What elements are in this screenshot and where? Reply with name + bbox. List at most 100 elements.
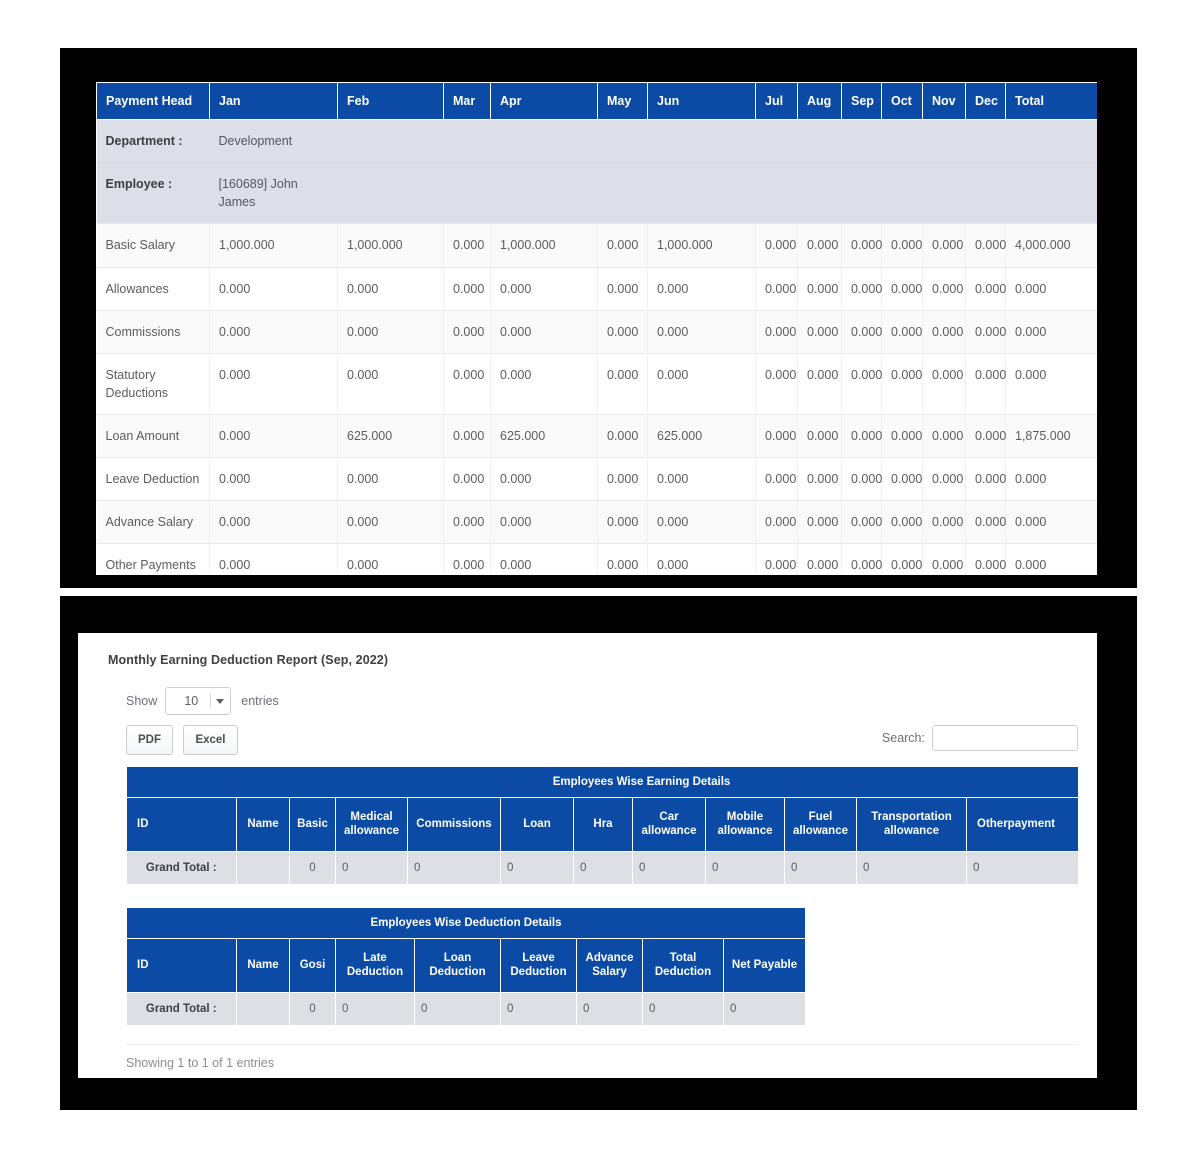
earning-grand-total-cell: 0: [966, 851, 1078, 885]
month-value-cell: 0.000: [337, 500, 444, 544]
month-value-cell: 0.000: [647, 457, 756, 501]
month-value-cell: 0.000: [922, 223, 966, 267]
export-excel-button[interactable]: Excel: [183, 725, 238, 755]
earning-grand-total-cell: 0: [500, 851, 574, 885]
month-value-cell: 0.000: [841, 352, 882, 415]
month-value-cell: 0.000: [443, 309, 491, 354]
department-label: Department :: [96, 118, 210, 163]
deduction-header-row: ID Name Gosi Late Deduction Loan Deducti…: [126, 937, 805, 993]
month-value-cell: 0.000: [965, 500, 1006, 544]
table-row: Loan Amount 0.000 625.000 0.000 625.000 0.000…: [96, 413, 1097, 458]
table-row: Statutory Deductions 0.000 0.000 0.000 0.000…: [96, 352, 1097, 415]
month-value-cell: 0.000: [922, 266, 966, 311]
month-value-cell: 0.000: [841, 543, 882, 575]
month-value-cell: 0.000: [443, 266, 491, 311]
earning-grand-total-cell: 0: [856, 851, 967, 885]
earning-col-medical: Medical allowance: [335, 797, 408, 852]
month-value-cell: 0.000: [922, 500, 966, 544]
page-title: Monthly Earning Deduction Report (Sep, 2…: [108, 653, 389, 667]
annual-col-sep: Sep: [841, 82, 882, 120]
deduction-col-name: Name: [236, 937, 290, 993]
earning-grand-total-cell: [236, 851, 290, 885]
table-row: Allowances 0.000 0.000 0.000 0.000 0.000 0.000…: [96, 266, 1097, 311]
month-value-cell: 0.000: [797, 266, 842, 311]
chevron-down-icon: [216, 698, 225, 704]
month-value-cell: 0.000: [490, 266, 598, 311]
annual-col-aug: Aug: [797, 82, 842, 120]
monthly-report-panel: Monthly Earning Deduction Report (Sep, 2…: [78, 633, 1097, 1078]
month-value-cell: 1,000.000: [490, 223, 598, 267]
month-value-cell: 0.000: [597, 500, 648, 544]
earning-grand-total-cell: 0: [335, 851, 408, 885]
month-value-cell: 0.000: [965, 309, 1006, 354]
employee-label: Employee :: [96, 162, 210, 224]
month-value-cell: 0.000: [647, 266, 756, 311]
earning-col-otherpayment: Otherpayment: [965, 797, 1078, 852]
month-value-cell: 0.000: [841, 309, 882, 354]
annual-payment-head-table: Payment Head Jan Feb Mar Apr May Jun Jul…: [96, 82, 1097, 575]
annual-col-payment-head: Payment Head: [96, 82, 210, 120]
earning-grand-total-row: Grand Total :0000000000: [126, 851, 1078, 885]
deduction-col-advance-salary: Advance Salary: [576, 937, 643, 993]
department-value: Development: [209, 118, 1097, 163]
month-value-cell: 0.000: [443, 543, 491, 575]
month-value-cell: 0.000: [647, 309, 756, 354]
annual-summary-panel: Payment Head Jan Feb Mar Apr May Jun Jul…: [96, 82, 1097, 575]
month-value-cell: 0.000: [443, 352, 491, 415]
deduction-details-section: Employees Wise Deduction Details ID Name…: [126, 906, 805, 1026]
month-value-cell: 0.000: [965, 223, 1006, 267]
table-row: Other Payments 0.000 0.000 0.000 0.000 0.000 0…: [96, 543, 1097, 575]
month-value-cell: 0.000: [647, 352, 756, 415]
month-value-cell: 0.000: [797, 223, 842, 267]
month-value-cell: 625.000: [647, 413, 756, 458]
month-value-cell: 0.000: [965, 457, 1006, 501]
export-pdf-button[interactable]: PDF: [126, 725, 173, 755]
month-value-cell: 0.000: [755, 457, 798, 501]
earning-col-mobile: Mobile allowance: [705, 797, 785, 852]
length-menu: Show 10 entries: [126, 686, 1078, 716]
earning-details-section: Employees Wise Earning Details ID Name B…: [126, 766, 1078, 885]
month-value-cell: 0.000: [755, 309, 798, 354]
month-value-cell: 0.000: [881, 352, 923, 415]
month-value-cell: 0.000: [965, 543, 1006, 575]
deduction-col-leave: Leave Deduction: [500, 937, 577, 993]
month-value-cell: 0.000: [490, 500, 598, 544]
month-value-cell: 0.000: [597, 457, 648, 501]
deduction-grand-total-row: Grand Total :0000000: [126, 992, 805, 1026]
month-value-cell: 625.000: [490, 413, 598, 458]
search-label: Search:: [881, 731, 925, 745]
month-value-cell: 0.000: [755, 413, 798, 458]
deduction-col-late: Late Deduction: [335, 937, 415, 993]
deduction-group-title-row: Employees Wise Deduction Details: [126, 906, 805, 939]
annual-table-body: Basic Salary 1,000.000 1,000.000 0.000 1,000…: [96, 223, 1097, 575]
month-value-cell: 0.000: [922, 413, 966, 458]
earning-col-basic: Basic: [289, 797, 336, 852]
month-value-cell: 0.000: [755, 223, 798, 267]
month-value-cell: 0.000: [755, 543, 798, 575]
month-value-cell: 0.000: [209, 352, 338, 415]
row-total-cell: 0.000: [1005, 266, 1097, 311]
deduction-grand-total-cell: 0: [723, 992, 805, 1026]
annual-col-mar: Mar: [443, 82, 491, 120]
month-value-cell: 0.000: [209, 413, 338, 458]
month-value-cell: 0.000: [597, 309, 648, 354]
earning-grand-total-label: Grand Total :: [126, 851, 237, 885]
row-total-cell: 0.000: [1005, 457, 1097, 501]
month-value-cell: 0.000: [597, 223, 648, 267]
row-total-cell: 4,000.000: [1005, 223, 1097, 267]
month-value-cell: 0.000: [597, 266, 648, 311]
entries-per-page-select[interactable]: 10: [165, 687, 232, 715]
annual-col-jan: Jan: [209, 82, 338, 120]
payment-head-cell: Other Payments: [96, 543, 210, 575]
search-input[interactable]: [932, 725, 1078, 751]
deduction-grand-total-cell: 0: [414, 992, 501, 1026]
deduction-col-net-payable: Net Payable: [722, 937, 805, 993]
annual-col-jun: Jun: [647, 82, 756, 120]
earning-col-hra: Hra: [573, 797, 633, 852]
month-value-cell: 0.000: [965, 413, 1006, 458]
month-value-cell: 0.000: [597, 543, 648, 575]
month-value-cell: 1,000.000: [647, 223, 756, 267]
payment-head-cell: Statutory Deductions: [96, 352, 210, 415]
report-body: Show 10 entries PDF Excel Search: Employ…: [126, 686, 1078, 1070]
payment-head-cell: Basic Salary: [96, 223, 210, 267]
